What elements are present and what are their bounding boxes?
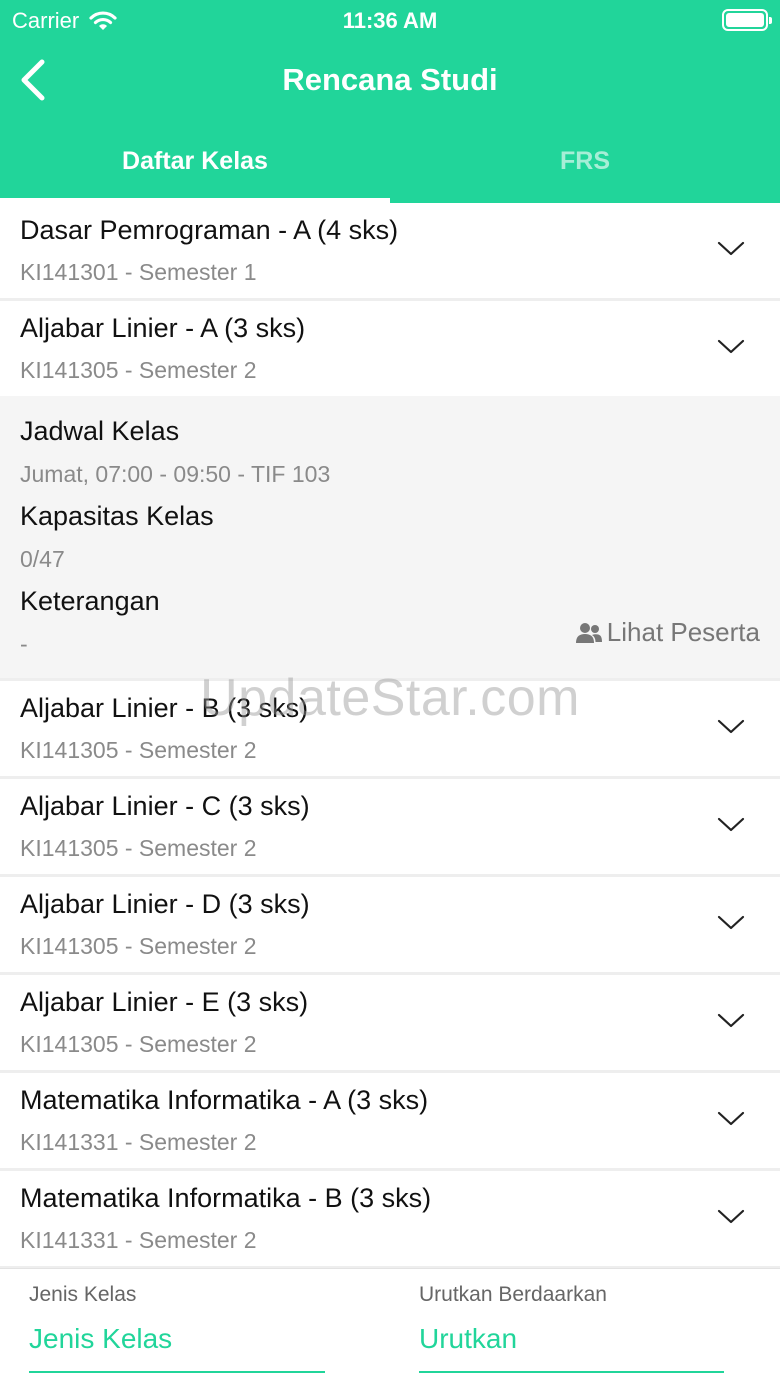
list-item[interactable]: Aljabar Linier - C (3 sks) KI141305 - Se…: [0, 779, 780, 874]
chevron-down-icon[interactable]: [716, 1009, 746, 1033]
list-item[interactable]: Aljabar Linier - D (3 sks) KI141305 - Se…: [0, 877, 780, 972]
view-participants-label: Lihat Peserta: [606, 617, 760, 647]
chevron-down-icon[interactable]: [716, 911, 746, 935]
list-item[interactable]: Matematika Informatika - B (3 sks) KI141…: [0, 1171, 780, 1266]
class-type-label: Jenis Kelas: [29, 1283, 137, 1306]
tab-frs[interactable]: FRS: [390, 120, 780, 203]
course-title: Aljabar Linier - D (3 sks): [20, 889, 310, 919]
navigation-bar: Rencana Studi: [0, 40, 780, 120]
sort-label: Urutkan Berdaarkan: [419, 1283, 607, 1306]
course-title: Aljabar Linier - E (3 sks): [20, 987, 309, 1017]
sort-value[interactable]: Urutkan: [419, 1323, 517, 1355]
schedule-value: Jumat, 07:00 - 09:50 - TIF 103: [20, 461, 331, 487]
course-subtitle: KI141301 - Semester 1: [20, 259, 257, 285]
course-subtitle: KI141305 - Semester 2: [20, 933, 257, 959]
capacity-value: 0/47: [20, 546, 65, 572]
course-title: Aljabar Linier - A (3 sks): [20, 313, 306, 343]
class-type-underline: [29, 1371, 325, 1373]
list-item[interactable]: Aljabar Linier - B (3 sks) KI141305 - Se…: [0, 681, 780, 776]
chevron-down-icon[interactable]: [716, 813, 746, 837]
chevron-down-icon[interactable]: [716, 237, 746, 261]
status-bar: Carrier 11:36 AM: [0, 0, 780, 40]
list-item[interactable]: Dasar Pemrograman - A (4 sks) KI141301 -…: [0, 203, 780, 298]
course-title: Aljabar Linier - B (3 sks): [20, 693, 309, 723]
page-title: Rencana Studi: [282, 62, 498, 97]
class-type-value[interactable]: Jenis Kelas: [29, 1323, 172, 1355]
status-time: 11:36 AM: [342, 8, 438, 33]
notes-value: -: [20, 631, 28, 657]
sort-underline: [419, 1371, 724, 1373]
battery-icon: [722, 9, 772, 31]
course-title: Aljabar Linier - C (3 sks): [20, 791, 310, 821]
class-list[interactable]: Dasar Pemrograman - A (4 sks) KI141301 -…: [0, 203, 780, 1268]
list-item[interactable]: Matematika Informatika - A (3 sks) KI141…: [0, 1073, 780, 1168]
course-subtitle: KI141305 - Semester 2: [20, 835, 257, 861]
chevron-down-icon[interactable]: [716, 1107, 746, 1131]
course-subtitle: KI141305 - Semester 2: [20, 357, 257, 383]
chevron-down-icon[interactable]: [716, 1205, 746, 1229]
list-item[interactable]: Aljabar Linier - E (3 sks) KI141305 - Se…: [0, 975, 780, 1070]
course-subtitle: KI141331 - Semester 2: [20, 1227, 257, 1253]
course-title: Dasar Pemrograman - A (4 sks): [20, 215, 399, 245]
tab-bar: Daftar Kelas FRS: [0, 120, 780, 203]
capacity-label: Kapasitas Kelas: [20, 501, 214, 531]
app-header: Carrier 11:36 AM Rencana Studi Daftar Ke…: [0, 0, 780, 203]
course-subtitle: KI141305 - Semester 2: [20, 1031, 257, 1057]
course-title: Matematika Informatika - B (3 sks): [20, 1183, 432, 1213]
chevron-down-icon[interactable]: [716, 335, 746, 359]
tab-daftar-kelas[interactable]: Daftar Kelas: [0, 120, 390, 203]
class-detail-panel: Jadwal Kelas Jumat, 07:00 - 09:50 - TIF …: [0, 396, 780, 678]
course-title: Matematika Informatika - A (3 sks): [20, 1085, 429, 1115]
users-icon: [575, 622, 602, 643]
filter-bar: Jenis Kelas Jenis Kelas Urutkan Berdaark…: [0, 1268, 780, 1387]
schedule-label: Jadwal Kelas: [20, 416, 180, 446]
course-subtitle: KI141331 - Semester 2: [20, 1129, 257, 1155]
list-item[interactable]: Aljabar Linier - A (3 sks) KI141305 - Se…: [0, 301, 780, 396]
chevron-down-icon[interactable]: [716, 715, 746, 739]
notes-label: Keterangan: [20, 586, 160, 616]
view-participants-button[interactable]: Lihat Peserta: [575, 617, 760, 648]
course-subtitle: KI141305 - Semester 2: [20, 737, 257, 763]
